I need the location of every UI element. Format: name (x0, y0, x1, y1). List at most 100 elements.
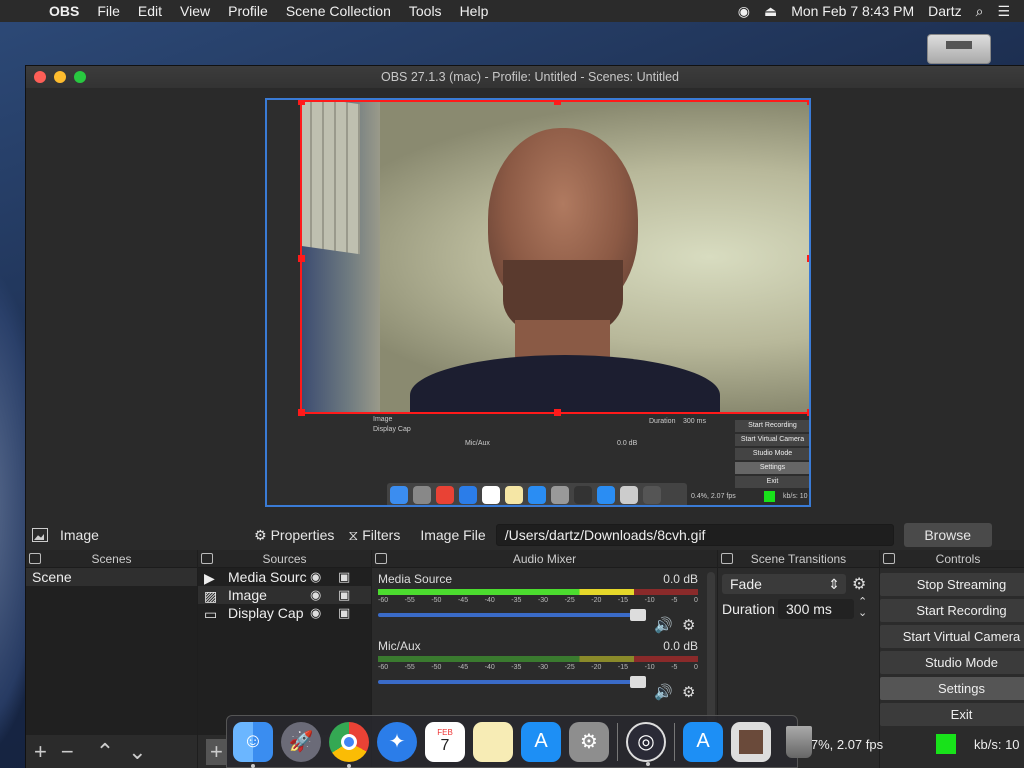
stop-streaming-button[interactable]: Stop Streaming (880, 573, 1024, 596)
move-down-icon[interactable]: ⌄ (128, 739, 146, 765)
undock-icon[interactable] (29, 553, 41, 564)
scenes-list[interactable]: Scene (26, 568, 197, 735)
disk-drive-icon[interactable] (927, 34, 991, 64)
sources-list[interactable]: ▶ Media Sourc ▨ Image ▭ Display Cap ◉ ▣ ◉ ▣… (198, 568, 371, 735)
undock-icon[interactable] (375, 553, 387, 564)
duration-label: Duration (722, 601, 775, 617)
remove-scene-icon[interactable]: − (61, 739, 74, 765)
resize-handle[interactable] (554, 409, 561, 416)
volume-slider[interactable] (378, 609, 646, 621)
gear-icon: ⚙ (254, 526, 267, 543)
exit-button[interactable]: Exit (880, 703, 1024, 726)
obs-icon[interactable]: ◎ (626, 721, 666, 766)
gear-icon[interactable]: ⚙ (682, 616, 695, 634)
visibility-eye-icon[interactable]: ◉ (310, 569, 321, 585)
obs-status-icon[interactable]: ◉ (738, 3, 750, 20)
menu-edit[interactable]: Edit (129, 3, 171, 19)
source-label: Display Cap (228, 605, 304, 621)
undock-icon[interactable] (883, 553, 895, 564)
speaker-icon[interactable]: 🔊 (654, 683, 673, 701)
gear-icon[interactable]: ⚙ (682, 683, 695, 701)
browse-button[interactable]: Browse (903, 523, 992, 547)
app-store-icon[interactable]: A (521, 721, 561, 762)
menu-scene-collection[interactable]: Scene Collection (277, 3, 400, 19)
control-center-icon[interactable]: ☰ (997, 3, 1010, 20)
transition-type: Fade (730, 576, 762, 592)
mini-status: 0.4%, 2.07 fps (691, 493, 736, 500)
notes-icon[interactable] (473, 721, 513, 762)
mini-start-virtual-camera: Start Virtual Camera (735, 434, 809, 446)
lock-icon[interactable]: ▣ (338, 569, 350, 585)
menu-view[interactable]: View (171, 3, 219, 19)
chrome-icon[interactable] (329, 721, 369, 768)
lock-icon[interactable]: ▣ (338, 605, 350, 621)
title-bar[interactable]: OBS 27.1.3 (mac) - Profile: Untitled - S… (26, 66, 1024, 88)
source-toolbar: Image ⚙ Properties ⧖ Filters Image File /U… (26, 520, 1024, 550)
minimize-window-button[interactable] (54, 71, 66, 83)
filters-button[interactable]: ⧖ Filters (348, 527, 400, 544)
visibility-eye-icon[interactable]: ◉ (310, 587, 321, 603)
calendar-month: FEB (437, 728, 453, 737)
mini-exit: Exit (735, 476, 809, 488)
resize-handle[interactable] (298, 100, 305, 105)
resize-handle[interactable] (298, 255, 305, 262)
undock-icon[interactable] (201, 553, 213, 564)
visibility-eye-icon[interactable]: ◉ (310, 605, 321, 621)
menu-help[interactable]: Help (451, 3, 498, 19)
safari-icon[interactable]: ✦ (377, 721, 417, 762)
preview-canvas[interactable]: Image Display Cap Mic/Aux 0.0 dB Duratio… (265, 98, 811, 507)
mini-duration-label: Duration (649, 418, 676, 425)
speaker-icon[interactable]: 🔊 (654, 616, 673, 634)
resize-handle[interactable] (807, 255, 809, 262)
move-up-icon[interactable]: ⌃ (96, 739, 114, 765)
trash-icon[interactable] (779, 722, 819, 762)
preview-area[interactable]: Image Display Cap Mic/Aux 0.0 dB Duratio… (26, 88, 1024, 520)
duration-field[interactable]: 300 ms (778, 599, 854, 619)
gear-icon[interactable]: ⚙ (852, 574, 866, 594)
selected-source-bounds[interactable] (298, 100, 809, 416)
properties-button[interactable]: ⚙ Properties (254, 527, 334, 544)
transitions-title: Scene Transitions (750, 552, 847, 566)
mini-source-display: Display Cap (373, 426, 411, 433)
menu-profile[interactable]: Profile (219, 3, 277, 19)
close-window-button[interactable] (34, 71, 46, 83)
resize-handle[interactable] (807, 100, 809, 105)
image-file-path-field[interactable]: /Users/dartz/Downloads/8cvh.gif (495, 524, 894, 546)
eject-icon[interactable]: ⏏ (764, 3, 777, 20)
system-preferences-icon[interactable]: ⚙ (569, 721, 609, 762)
finder-icon[interactable]: ☺ (233, 721, 273, 768)
launchpad-icon[interactable]: 🚀 (281, 721, 321, 762)
mini-studio-mode: Studio Mode (735, 448, 809, 460)
scenes-title: Scenes (91, 552, 132, 566)
app-store-downloads-icon[interactable]: A (683, 721, 723, 762)
transition-select[interactable]: Fade ⇕ (722, 574, 846, 594)
add-scene-icon[interactable]: + (34, 739, 47, 765)
volume-slider[interactable] (378, 676, 646, 688)
mixer-scrollbar[interactable] (707, 572, 715, 722)
menu-file[interactable]: File (88, 3, 129, 19)
zoom-window-button[interactable] (74, 71, 86, 83)
mini-duration-value: 300 ms (683, 418, 706, 425)
add-source-icon[interactable]: + (206, 739, 227, 765)
spotlight-search-icon[interactable]: ⌕ (976, 3, 984, 20)
resize-handle[interactable] (298, 409, 305, 416)
menu-user[interactable]: Dartz (928, 3, 961, 19)
menu-clock[interactable]: Mon Feb 7 8:43 PM (791, 3, 914, 19)
menu-app-name[interactable]: OBS (40, 3, 88, 19)
menu-tools[interactable]: Tools (400, 3, 451, 19)
scene-item[interactable]: Scene (26, 568, 197, 586)
lock-icon[interactable]: ▣ (338, 587, 350, 603)
studio-mode-button[interactable]: Studio Mode (880, 651, 1024, 674)
start-virtual-camera-button[interactable]: Start Virtual Camera (880, 625, 1024, 648)
scenes-dock: Scenes Scene + − ⌃ ⌄ (26, 550, 198, 768)
duration-stepper-icon[interactable]: ⌃ ⌄ (858, 597, 867, 619)
volume-meter (378, 656, 698, 662)
calendar-icon[interactable]: FEB 7 (425, 721, 465, 762)
resize-handle[interactable] (807, 409, 809, 416)
start-recording-button[interactable]: Start Recording (880, 599, 1024, 622)
settings-button[interactable]: Settings (880, 677, 1024, 700)
resize-handle[interactable] (554, 100, 561, 105)
downloads-folder-icon[interactable] (731, 721, 771, 762)
undock-icon[interactable] (721, 553, 733, 564)
bitrate-status: kb/s: 10 (974, 737, 1020, 752)
